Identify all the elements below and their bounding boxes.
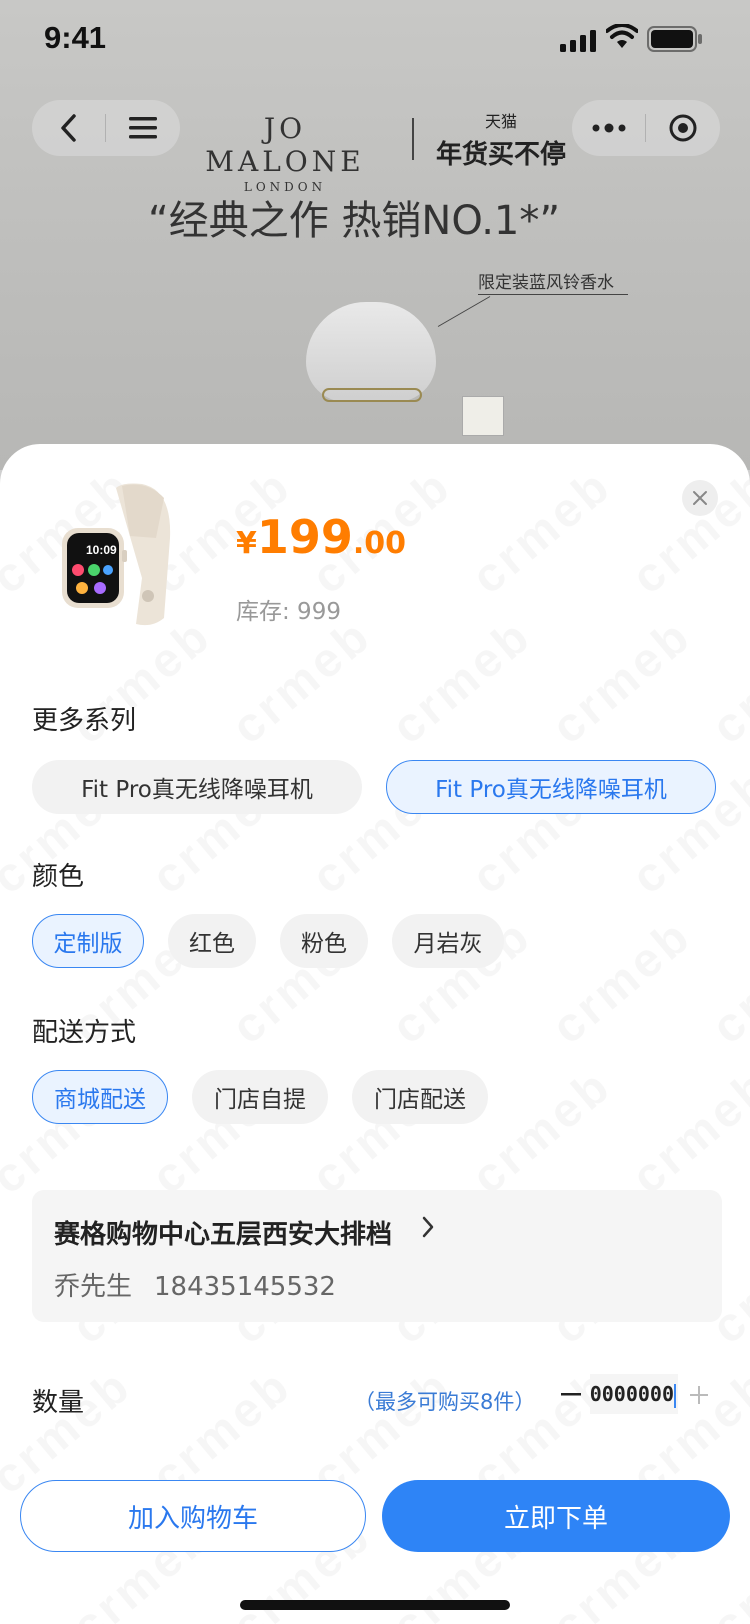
background-product-page: 9:41 JO MALONE LONDON 天猫 年货买不停 “经典之作 热销N…: [0, 0, 750, 470]
color-option[interactable]: 月岩灰: [392, 914, 504, 968]
nav-capsule-right: [572, 100, 720, 156]
quantity-limit: （最多可购买8件）: [354, 1390, 536, 1414]
stock-count: 库存: 999: [236, 599, 341, 625]
series-title: 更多系列: [32, 706, 137, 736]
quantity-value: 20000000: [590, 1382, 674, 1406]
contact-phone: 18435145532: [154, 1272, 336, 1302]
watermark-text: crmeb: [622, 458, 750, 606]
delivery-option-selected[interactable]: 商城配送: [32, 1070, 168, 1124]
quantity-label: 数量: [32, 1388, 85, 1418]
plus-icon: [690, 1386, 708, 1404]
quantity-decrease-button[interactable]: [556, 1380, 586, 1410]
chevron-left-icon: [61, 114, 76, 142]
color-option-label: 粉色: [301, 931, 347, 957]
delivery-option-label: 商城配送: [54, 1087, 146, 1113]
brand-name: JO MALONE: [205, 112, 365, 178]
delivery-option-label: 门店自提: [214, 1087, 306, 1113]
sku-bottom-sheet: crmebcrmebcrmebcrmebcrmebcrmebcrmebcrmeb…: [0, 444, 750, 1624]
contact-info: 乔先生 18435145532: [54, 1266, 336, 1303]
promo-logo: 天猫 年货买不停: [436, 108, 566, 171]
color-option[interactable]: 粉色: [280, 914, 368, 968]
tag-line: [437, 296, 491, 327]
promo-main: 年货买不停: [436, 140, 567, 170]
close-miniprogram-button[interactable]: [646, 100, 720, 156]
battery-icon: [647, 26, 702, 52]
delivery-option-label: 门店配送: [374, 1087, 466, 1113]
chevron-right-icon: [422, 1216, 434, 1238]
watermark-text: crmeb: [382, 608, 543, 756]
watermark-text: crmeb: [702, 608, 750, 756]
delivery-option[interactable]: 门店自提: [192, 1070, 328, 1124]
watermark-text: crmeb: [702, 908, 750, 1056]
watermark-text: crmeb: [462, 458, 623, 606]
price: ¥199.00: [236, 510, 406, 564]
color-option-label: 定制版: [53, 931, 123, 957]
price-currency: ¥: [236, 526, 257, 561]
menu-button[interactable]: [106, 100, 180, 156]
color-option-label: 红色: [189, 931, 235, 957]
cellular-signal-icon: [560, 30, 596, 52]
tag-line: [478, 294, 628, 295]
status-bar: 9:41: [0, 0, 750, 80]
store-address-card[interactable]: 赛格购物中心五层西安大排档 乔先生 18435145532: [32, 1190, 722, 1322]
target-circle-icon: [669, 114, 697, 142]
promo-top: 天猫: [484, 112, 517, 131]
buy-now-button[interactable]: 立即下单: [382, 1480, 730, 1552]
home-indicator[interactable]: [240, 1600, 510, 1610]
color-option-selected[interactable]: 定制版: [32, 914, 144, 968]
store-name: 赛格购物中心五层西安大排档: [54, 1220, 393, 1250]
back-button[interactable]: [32, 100, 106, 156]
bottle-tag: [462, 396, 504, 436]
more-dots-icon: [592, 123, 626, 133]
more-button[interactable]: [572, 100, 646, 156]
product-thumbnail[interactable]: 10:09: [52, 478, 192, 628]
watermark-text: crmeb: [462, 1058, 623, 1206]
contact-name: 乔先生: [54, 1272, 133, 1302]
delivery-title: 配送方式: [32, 1018, 137, 1048]
svg-text:10:09: 10:09: [86, 543, 117, 557]
color-title: 颜色: [32, 862, 85, 892]
perfume-bottle-image: [306, 302, 436, 402]
close-icon: [693, 491, 707, 505]
color-option[interactable]: 红色: [168, 914, 256, 968]
color-option-label: 月岩灰: [413, 931, 483, 957]
status-time: 9:41: [44, 20, 107, 55]
add-to-cart-button[interactable]: 加入购物车: [20, 1480, 366, 1552]
nav-capsule-left: [32, 100, 180, 156]
price-decimal: .00: [352, 526, 407, 561]
brand-logo: JO MALONE LONDON: [180, 112, 390, 194]
watermark-text: crmeb: [542, 608, 703, 756]
series-option-selected[interactable]: Fit Pro真无线降噪耳机: [386, 760, 716, 814]
banner-product-tag: 限定装蓝风铃香水: [478, 273, 614, 293]
watermark-text: crmeb: [542, 908, 703, 1056]
watermark-text: crmeb: [222, 608, 383, 756]
wifi-icon: [606, 24, 638, 48]
banner-slogan: “经典之作 热销NO.1*”: [148, 198, 561, 244]
hamburger-menu-icon: [129, 117, 157, 139]
quantity-increase-button[interactable]: [684, 1380, 714, 1410]
text-caret: [674, 1383, 676, 1408]
divider: [412, 118, 414, 160]
series-option[interactable]: Fit Pro真无线降噪耳机: [32, 760, 362, 814]
close-button[interactable]: [682, 480, 718, 516]
minus-icon: [561, 1393, 581, 1396]
series-option-label: Fit Pro真无线降噪耳机: [435, 777, 667, 803]
price-integer: 199: [256, 510, 353, 564]
watermark-text: crmeb: [622, 1058, 750, 1206]
bottle-ribbon: [322, 388, 422, 402]
delivery-option[interactable]: 门店配送: [352, 1070, 488, 1124]
quantity-input[interactable]: 20000000: [590, 1374, 678, 1414]
series-option-label: Fit Pro真无线降噪耳机: [81, 777, 313, 803]
